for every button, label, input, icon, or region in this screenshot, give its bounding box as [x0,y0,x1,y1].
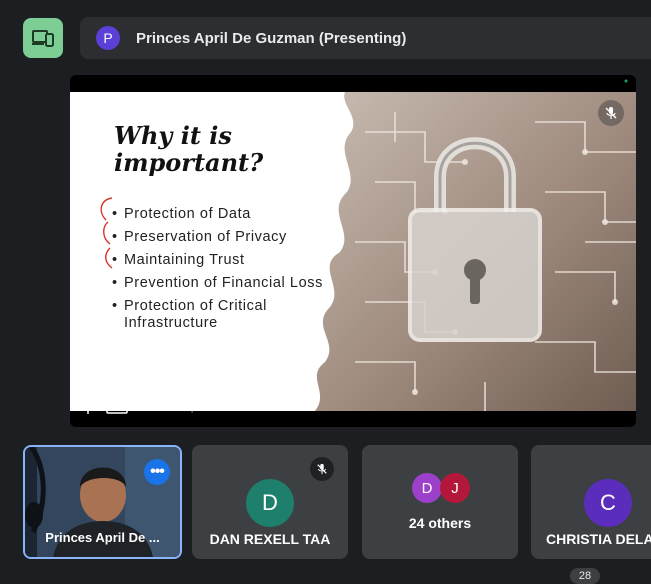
screen-share-icon[interactable] [106,398,128,414]
participant-name: CHRISTIA DELA [546,531,651,547]
padlock-circuit-image [315,92,636,411]
participant-tile[interactable]: C CHRISTIA DELA [531,445,651,559]
presenting-label: Princes April De Guzman (Presenting) [136,29,407,47]
presentation-stage[interactable]: Why it is important? Protection of Data … [70,75,636,427]
present-screen-button[interactable] [23,18,63,58]
muted-mic-icon [598,100,624,126]
participant-tile-self[interactable]: ••• Princes April De ... [23,445,182,559]
devices-icon [32,30,54,47]
pin-icon[interactable] [82,397,94,415]
more-options-button[interactable]: ••• [144,459,170,485]
more-dots-icon: ••• [150,463,165,480]
participant-avatar: D [246,479,294,527]
participant-name: DAN REXELL TAA [209,531,331,547]
slide-title: Why it is important? [114,122,263,176]
stage-presenter-name: Princes April De Guzman [140,399,275,413]
slide-title-line-2: important? [114,148,264,177]
presenting-banner[interactable]: P Princes April De Guzman (Presenting) [80,17,651,59]
muted-mic-icon [310,457,334,481]
participant-count-badge[interactable]: 28 [570,568,600,584]
stage-footer: Princes April De Guzman [82,397,274,415]
others-count-label: 24 others [408,515,472,531]
others-tile[interactable]: D J 24 others [362,445,518,559]
participant-avatar: D [412,473,442,503]
presenter-avatar: P [96,26,120,50]
status-dot-icon [624,79,628,83]
participant-tile[interactable]: D DAN REXELL TAA [192,445,348,559]
participant-avatar: C [584,479,632,527]
participant-name: Princes April De ... [45,530,160,545]
slide-title-line-1: Why it is [114,121,232,150]
participant-avatar: J [440,473,470,503]
presentation-slide: Why it is important? Protection of Data … [70,92,636,411]
